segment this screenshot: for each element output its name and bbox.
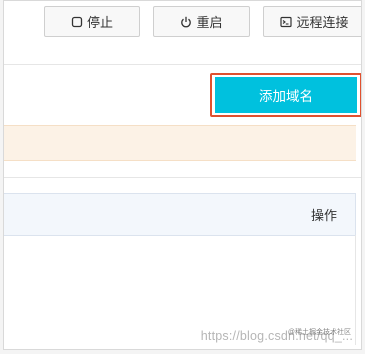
remote-connect-button[interactable]: 远程连接 [263, 6, 361, 37]
stop-button[interactable]: 停止 [44, 6, 140, 37]
restart-label: 重启 [196, 15, 223, 30]
app-panel: 停止 重启 远程连接 添加域名 操作 https://blog.csdn.net… [3, 0, 362, 350]
table-header: 操作 [4, 193, 356, 236]
watermark-brand: @稀土掘金技术社区 [287, 329, 351, 336]
restart-button[interactable]: 重启 [153, 6, 250, 37]
stop-icon [71, 16, 83, 28]
notice-bar [4, 125, 356, 161]
section-divider [4, 64, 361, 65]
terminal-icon [280, 16, 293, 28]
power-icon [180, 16, 192, 28]
stop-label: 停止 [86, 15, 113, 30]
section-divider [4, 177, 361, 178]
column-header-operations: 操作 [310, 208, 337, 223]
add-domain-button[interactable]: 添加域名 [215, 77, 357, 113]
remote-connect-label: 远程连接 [296, 15, 349, 30]
